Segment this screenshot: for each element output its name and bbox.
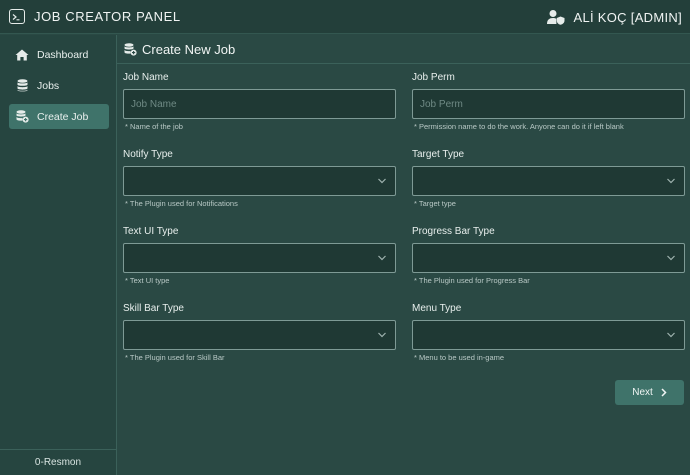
job-name-help: * Name of the job xyxy=(125,122,183,131)
text-ui-type-group: Text UI Type * Text UI type xyxy=(123,225,396,285)
sidebar-item-label: Jobs xyxy=(37,79,60,92)
sidebar-item-label: Create Job xyxy=(37,110,89,123)
skill-bar-type-group: Skill Bar Type * The Plugin used for Ski… xyxy=(123,302,396,362)
job-perm-group: Job Perm * Permission name to do the wor… xyxy=(412,71,685,131)
job-perm-input[interactable] xyxy=(412,89,685,119)
notify-type-select[interactable] xyxy=(123,166,396,196)
notify-type-group: Notify Type * The Plugin used for Notifi… xyxy=(123,148,396,208)
user-shield-icon xyxy=(547,10,565,25)
sidebar-item-create-job[interactable]: Create Job xyxy=(9,104,109,129)
job-name-label: Job Name xyxy=(123,72,169,83)
text-ui-type-help: * Text UI type xyxy=(125,276,170,285)
progress-bar-type-select[interactable] xyxy=(412,243,685,273)
page-header: Create New Job xyxy=(117,35,690,64)
sidebar: Dashboard Jobs Create Job 0-Resmon xyxy=(0,35,117,475)
sidebar-item-dashboard[interactable]: Dashboard xyxy=(9,42,109,67)
next-button[interactable]: Next xyxy=(615,380,684,405)
skill-bar-type-label: Skill Bar Type xyxy=(123,303,184,314)
sidebar-footer: 0-Resmon xyxy=(0,449,116,475)
chevron-down-icon xyxy=(378,332,386,338)
target-type-help: * Target type xyxy=(414,199,456,208)
job-name-input[interactable] xyxy=(123,89,396,119)
progress-bar-type-group: Progress Bar Type * The Plugin used for … xyxy=(412,225,685,285)
chevron-down-icon xyxy=(667,255,675,261)
user-menu[interactable]: ALİ KOÇ [ADMIN] xyxy=(547,0,682,34)
target-type-select[interactable] xyxy=(412,166,685,196)
target-type-label: Target Type xyxy=(412,149,465,160)
text-ui-type-label: Text UI Type xyxy=(123,226,179,237)
database-add-icon xyxy=(15,110,29,123)
home-icon xyxy=(15,48,29,61)
job-name-group: Job Name * Name of the job xyxy=(123,71,396,131)
text-ui-type-select[interactable] xyxy=(123,243,396,273)
top-bar: JOB CREATOR PANEL ALİ KOÇ [ADMIN] xyxy=(0,0,690,34)
chevron-down-icon xyxy=(378,255,386,261)
app-title: JOB CREATOR PANEL xyxy=(34,9,181,24)
skill-bar-type-help: * The Plugin used for Skill Bar xyxy=(125,353,225,362)
chevron-right-icon xyxy=(661,388,667,397)
sidebar-item-label: Dashboard xyxy=(37,48,89,61)
user-name: ALİ KOÇ [ADMIN] xyxy=(573,9,682,25)
next-button-label: Next xyxy=(632,387,653,398)
target-type-group: Target Type * Target type xyxy=(412,148,685,208)
page-title: Create New Job xyxy=(142,41,236,57)
progress-bar-type-label: Progress Bar Type xyxy=(412,226,495,237)
terminal-icon xyxy=(9,9,25,24)
job-perm-help: * Permission name to do the work. Anyone… xyxy=(414,122,624,131)
main-content: Create New Job Job Name * Name of the jo… xyxy=(117,35,690,475)
chevron-down-icon xyxy=(667,332,675,338)
chevron-down-icon xyxy=(667,178,675,184)
menu-type-label: Menu Type xyxy=(412,303,462,314)
notify-type-help: * The Plugin used for Notifications xyxy=(125,199,238,208)
progress-bar-type-help: * The Plugin used for Progress Bar xyxy=(414,276,530,285)
chevron-down-icon xyxy=(378,178,386,184)
menu-type-select[interactable] xyxy=(412,320,685,350)
notify-type-label: Notify Type xyxy=(123,149,173,160)
skill-bar-type-select[interactable] xyxy=(123,320,396,350)
database-add-icon xyxy=(124,42,137,56)
menu-type-help: * Menu to be used in-game xyxy=(414,353,505,362)
menu-type-group: Menu Type * Menu to be used in-game xyxy=(412,302,685,362)
sidebar-item-jobs[interactable]: Jobs xyxy=(9,73,109,98)
job-perm-label: Job Perm xyxy=(412,72,455,83)
database-icon xyxy=(15,79,29,92)
